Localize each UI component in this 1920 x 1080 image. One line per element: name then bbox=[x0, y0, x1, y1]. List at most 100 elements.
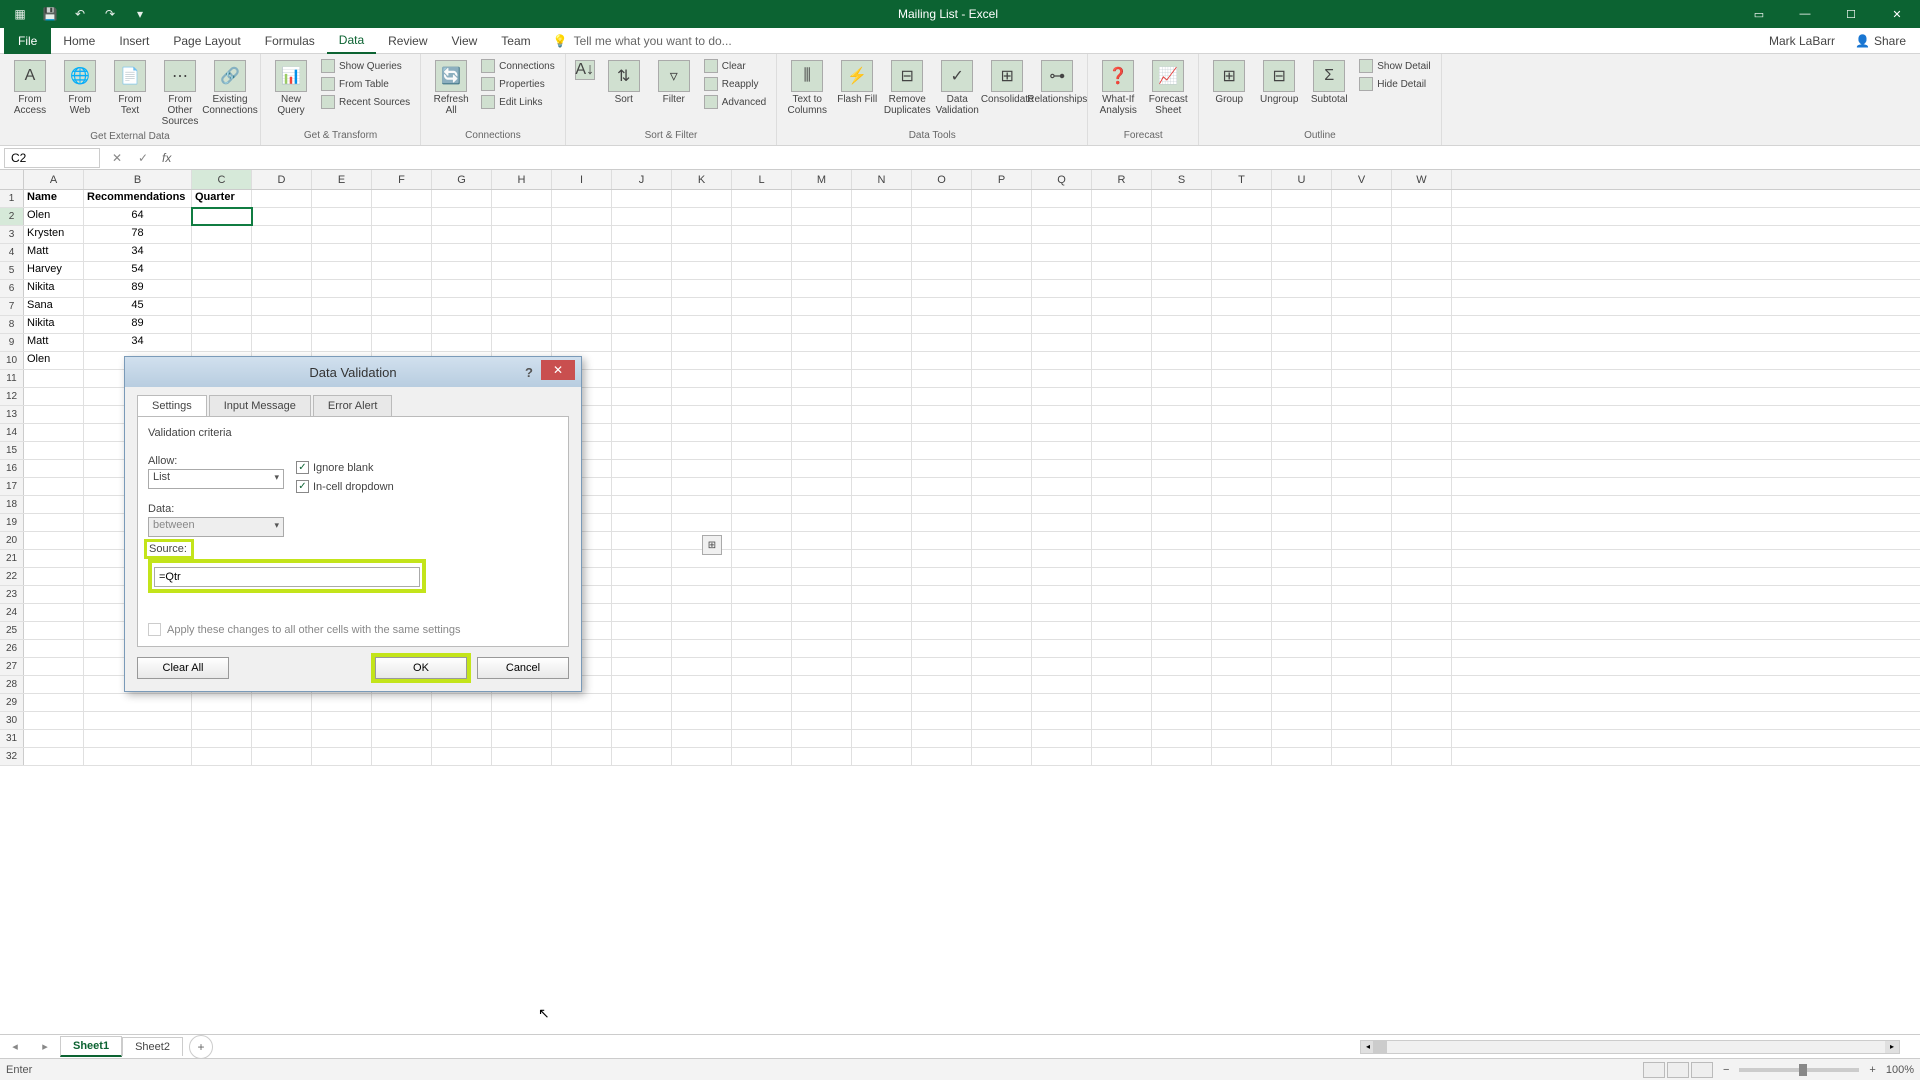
col-header[interactable]: O bbox=[912, 170, 972, 189]
cell[interactable] bbox=[1332, 568, 1392, 585]
cell[interactable] bbox=[672, 424, 732, 441]
cell[interactable] bbox=[1212, 694, 1272, 711]
cell[interactable] bbox=[852, 298, 912, 315]
cell[interactable] bbox=[252, 298, 312, 315]
cell[interactable] bbox=[1212, 424, 1272, 441]
cell[interactable] bbox=[672, 226, 732, 243]
source-input[interactable] bbox=[154, 567, 420, 587]
cell[interactable] bbox=[1212, 244, 1272, 261]
row-header[interactable]: 28 bbox=[0, 676, 24, 693]
ignore-blank-checkbox[interactable]: ✓Ignore blank bbox=[296, 461, 394, 474]
cell[interactable] bbox=[732, 388, 792, 405]
cell[interactable] bbox=[792, 226, 852, 243]
cell[interactable] bbox=[1332, 370, 1392, 387]
cell[interactable] bbox=[1092, 586, 1152, 603]
range-picker-icon[interactable]: ⊞ bbox=[702, 535, 722, 555]
cell[interactable] bbox=[24, 406, 84, 423]
select-all-corner[interactable] bbox=[0, 170, 24, 189]
cell[interactable] bbox=[912, 730, 972, 747]
cell[interactable] bbox=[852, 190, 912, 207]
tab-data[interactable]: Data bbox=[327, 28, 376, 54]
cell[interactable] bbox=[1392, 712, 1452, 729]
cell[interactable]: Krysten bbox=[24, 226, 84, 243]
cell[interactable] bbox=[1392, 514, 1452, 531]
cell[interactable] bbox=[1152, 586, 1212, 603]
cell[interactable] bbox=[192, 694, 252, 711]
cell[interactable] bbox=[1152, 478, 1212, 495]
cell[interactable] bbox=[192, 730, 252, 747]
tell-me[interactable]: 💡 Tell me what you want to do... bbox=[543, 34, 742, 48]
cell[interactable] bbox=[1392, 694, 1452, 711]
cell[interactable] bbox=[1332, 586, 1392, 603]
cell[interactable] bbox=[1212, 622, 1272, 639]
text-to-columns-button[interactable]: ⫼Text to Columns bbox=[783, 58, 831, 118]
col-header[interactable]: P bbox=[972, 170, 1032, 189]
cell[interactable] bbox=[1272, 748, 1332, 765]
cell[interactable] bbox=[1152, 316, 1212, 333]
cell[interactable] bbox=[372, 334, 432, 351]
cell[interactable] bbox=[1092, 406, 1152, 423]
cell[interactable] bbox=[792, 586, 852, 603]
cell[interactable] bbox=[1212, 658, 1272, 675]
cell[interactable] bbox=[1272, 586, 1332, 603]
show-queries-button[interactable]: Show Queries bbox=[317, 58, 414, 74]
cell[interactable] bbox=[1152, 532, 1212, 549]
cell[interactable] bbox=[1332, 352, 1392, 369]
cell[interactable] bbox=[372, 280, 432, 297]
cell[interactable] bbox=[1032, 730, 1092, 747]
cell[interactable] bbox=[972, 676, 1032, 693]
cell[interactable] bbox=[972, 532, 1032, 549]
cell[interactable] bbox=[1332, 442, 1392, 459]
col-header[interactable]: J bbox=[612, 170, 672, 189]
hide-detail-button[interactable]: Hide Detail bbox=[1355, 76, 1434, 92]
edit-links-button[interactable]: Edit Links bbox=[477, 94, 559, 110]
cell[interactable] bbox=[492, 280, 552, 297]
cell[interactable] bbox=[1092, 352, 1152, 369]
cell[interactable] bbox=[1272, 694, 1332, 711]
reapply-button[interactable]: Reapply bbox=[700, 76, 770, 92]
cell[interactable] bbox=[1272, 316, 1332, 333]
tab-error-alert[interactable]: Error Alert bbox=[313, 395, 393, 416]
cell[interactable] bbox=[612, 388, 672, 405]
cell[interactable] bbox=[1392, 658, 1452, 675]
cell[interactable] bbox=[852, 658, 912, 675]
cell[interactable] bbox=[792, 442, 852, 459]
cell[interactable] bbox=[1032, 334, 1092, 351]
cell[interactable] bbox=[672, 694, 732, 711]
cell[interactable] bbox=[912, 370, 972, 387]
cell[interactable] bbox=[1152, 406, 1212, 423]
cell[interactable] bbox=[1212, 586, 1272, 603]
cell[interactable] bbox=[972, 712, 1032, 729]
cell[interactable] bbox=[1032, 370, 1092, 387]
cell[interactable] bbox=[732, 190, 792, 207]
cell[interactable] bbox=[852, 568, 912, 585]
show-detail-button[interactable]: Show Detail bbox=[1355, 58, 1434, 74]
cell[interactable] bbox=[792, 460, 852, 477]
allow-select[interactable]: List bbox=[148, 469, 284, 489]
cell[interactable] bbox=[612, 370, 672, 387]
cell[interactable] bbox=[1152, 658, 1212, 675]
cell[interactable] bbox=[732, 694, 792, 711]
cell[interactable] bbox=[912, 694, 972, 711]
cell[interactable] bbox=[1152, 622, 1212, 639]
cell[interactable] bbox=[492, 298, 552, 315]
cell[interactable] bbox=[792, 424, 852, 441]
cell[interactable] bbox=[252, 262, 312, 279]
cell[interactable] bbox=[912, 316, 972, 333]
cell[interactable] bbox=[24, 460, 84, 477]
formula-input[interactable] bbox=[177, 149, 1920, 167]
cell[interactable] bbox=[972, 424, 1032, 441]
cell[interactable] bbox=[1032, 424, 1092, 441]
cell[interactable] bbox=[1392, 424, 1452, 441]
cell[interactable] bbox=[1032, 622, 1092, 639]
cell[interactable] bbox=[792, 244, 852, 261]
cell[interactable] bbox=[852, 622, 912, 639]
cell[interactable] bbox=[432, 712, 492, 729]
cell[interactable] bbox=[1092, 568, 1152, 585]
cell[interactable] bbox=[732, 640, 792, 657]
user-name[interactable]: Mark LaBarr bbox=[1759, 34, 1845, 48]
cell[interactable] bbox=[612, 406, 672, 423]
cell[interactable] bbox=[912, 352, 972, 369]
cell[interactable] bbox=[732, 532, 792, 549]
cell[interactable] bbox=[1092, 712, 1152, 729]
